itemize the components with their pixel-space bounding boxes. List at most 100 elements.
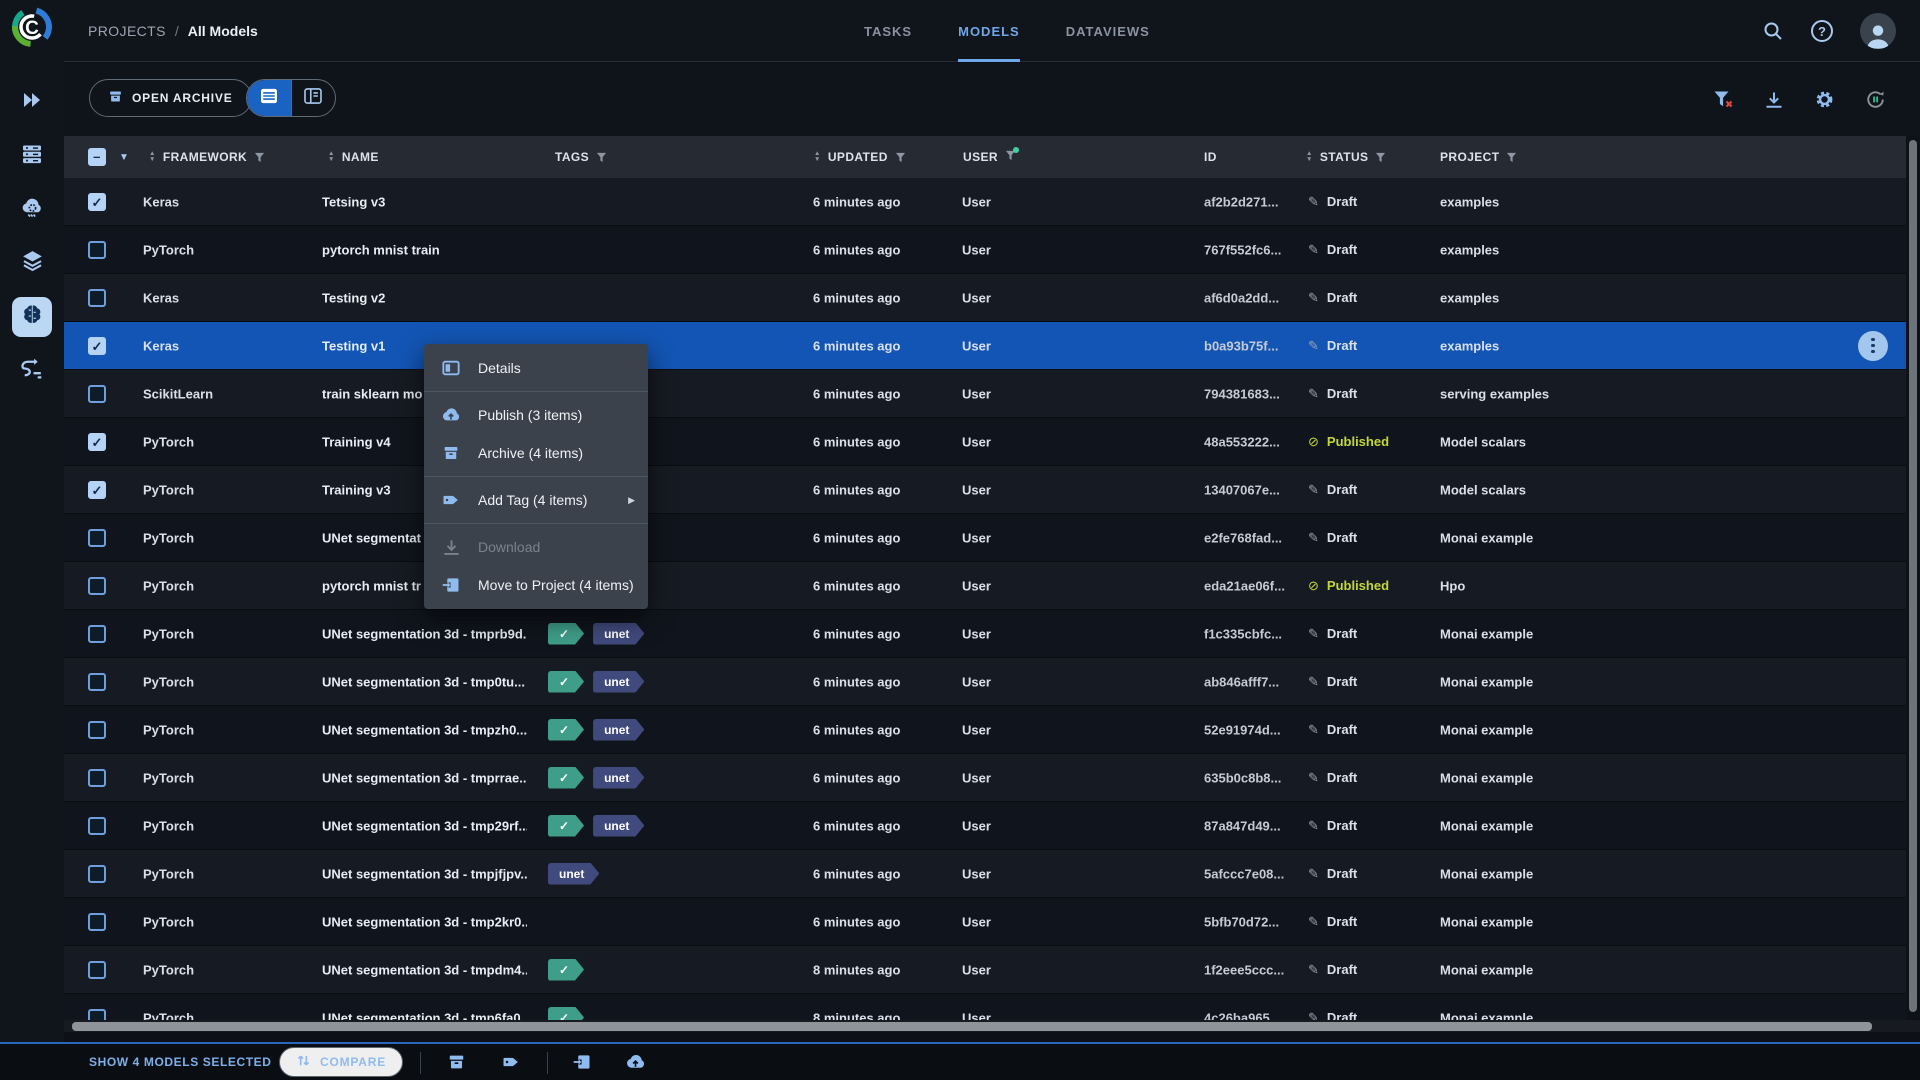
filter-funnel-icon[interactable]: [1005, 150, 1016, 161]
sidebar-item-projects[interactable]: [12, 82, 52, 122]
table-row[interactable]: PyTorch UNet segmentation 3d - tmpzh0... ✓…: [64, 706, 1906, 754]
sort-icon[interactable]: ▲ ▼: [1306, 150, 1313, 163]
table-settings-gear-icon[interactable]: [1814, 89, 1835, 110]
download-table-icon[interactable]: [1764, 90, 1784, 110]
auto-refresh-icon[interactable]: [1865, 89, 1886, 110]
table-row[interactable]: PyTorch UNet segmentation 3d - tmprrae...…: [64, 754, 1906, 802]
table-row[interactable]: PyTorch UNet segmentation 3d - tmp0tu... ✓…: [64, 658, 1906, 706]
table-row[interactable]: PyTorch pytorch mnist tr 6 minutes ago User…: [64, 562, 1906, 610]
row-checkbox[interactable]: [88, 912, 106, 931]
table-row[interactable]: PyTorch pytorch mnist train 6 minutes ago U…: [64, 226, 1906, 274]
search-icon[interactable]: [1762, 20, 1784, 42]
selection-dropdown-caret-icon[interactable]: ▼: [119, 152, 129, 163]
row-checkbox[interactable]: [88, 288, 106, 307]
row-checkbox[interactable]: [88, 1008, 106, 1020]
row-checkbox[interactable]: [88, 768, 106, 787]
horizontal-scrollbar-thumb[interactable]: [72, 1021, 1872, 1031]
cell-user: User: [962, 482, 991, 497]
table-row[interactable]: PyTorch UNet segmentation 3d - tmpdm4... ✓…: [64, 946, 1906, 994]
publish-selected-icon[interactable]: [625, 1052, 646, 1073]
tab-tasks[interactable]: TASKS: [864, 0, 912, 62]
sort-icon[interactable]: ▲ ▼: [814, 150, 821, 163]
column-header-tags[interactable]: TAGS: [555, 136, 607, 178]
table-row[interactable]: PyTorch UNet segmentation 3d - tmp29rf...…: [64, 802, 1906, 850]
menu-item-archive[interactable]: Archive (4 items): [424, 434, 648, 472]
filter-funnel-icon[interactable]: [1375, 152, 1386, 163]
table-row[interactable]: PyTorch UNet segmentat 6 minutes ago User e2…: [64, 514, 1906, 562]
filter-funnel-icon[interactable]: [1506, 152, 1517, 163]
filter-funnel-icon[interactable]: [254, 152, 265, 163]
row-menu-kebab-button[interactable]: [1858, 330, 1888, 361]
table-row[interactable]: ScikitLearn train sklearn mo 6 minutes ago…: [64, 370, 1906, 418]
cell-user: User: [962, 722, 991, 737]
breadcrumb-projects[interactable]: PROJECTS: [88, 23, 166, 39]
table-row[interactable]: Keras Testing v2 6 minutes ago User af6d0a2d…: [64, 274, 1906, 322]
menu-item-move[interactable]: Move to Project (4 items): [424, 566, 648, 604]
card-view-toggle[interactable]: [290, 80, 335, 116]
cell-id: 1f2eee5ccc...: [1204, 962, 1285, 977]
sidebar-item-workers[interactable]: [12, 136, 52, 176]
column-header-status[interactable]: ▲ ▼ STATUS: [1306, 136, 1386, 178]
row-checkbox[interactable]: [88, 864, 106, 883]
row-checkbox[interactable]: [88, 528, 106, 547]
table-row[interactable]: ✓ Keras Tetsing v3 6 minutes ago User af2b2d2…: [64, 178, 1906, 226]
row-checkbox[interactable]: [88, 240, 106, 259]
table-row[interactable]: ✓ PyTorch Training v4 6 minutes ago User 48a5…: [64, 418, 1906, 466]
row-checkbox[interactable]: [88, 960, 106, 979]
column-header-updated[interactable]: ▲ ▼ UPDATED: [814, 136, 906, 178]
cell-name: Tetsing v3: [322, 194, 386, 209]
table-row[interactable]: ✓ Keras Testing v1 6 minutes ago User b0a93b7…: [64, 322, 1906, 370]
tab-dataviews[interactable]: DATAVIEWS: [1066, 0, 1150, 62]
vertical-scrollbar-thumb[interactable]: [1909, 140, 1917, 1012]
menu-item-tag[interactable]: Add Tag (4 items) ▶: [424, 481, 648, 519]
clear-filters-icon[interactable]: [1713, 90, 1734, 109]
open-archive-button[interactable]: OPEN ARCHIVE: [89, 79, 252, 117]
sidebar-item-serving[interactable]: [12, 190, 52, 230]
breadcrumb-current[interactable]: All Models: [188, 23, 258, 39]
tag-icon: [441, 490, 461, 510]
filter-funnel-icon[interactable]: [895, 152, 906, 163]
tab-models[interactable]: MODELS: [958, 0, 1020, 62]
sidebar-item-pipelines[interactable]: [12, 351, 52, 391]
cell-status: ✎ Draft: [1308, 913, 1358, 930]
row-checkbox[interactable]: ✓: [88, 432, 106, 451]
draft-pencil-icon: ✎: [1308, 193, 1319, 209]
selection-count-label[interactable]: SHOW 4 MODELS SELECTED: [89, 1055, 272, 1069]
column-header-user[interactable]: USER: [963, 136, 1019, 178]
column-header-framework[interactable]: ▲ ▼ FRAMEWORK: [149, 136, 265, 178]
row-checkbox[interactable]: [88, 576, 106, 595]
row-checkbox[interactable]: ✓: [88, 192, 106, 211]
archive-selected-icon[interactable]: [447, 1053, 466, 1072]
cell-user: User: [962, 338, 991, 353]
column-header-project[interactable]: PROJECT: [1440, 136, 1517, 178]
filter-funnel-icon[interactable]: [596, 152, 607, 163]
table-row[interactable]: PyTorch UNet segmentation 3d - tmprb9d...…: [64, 610, 1906, 658]
select-all-checkbox[interactable]: –: [88, 148, 106, 166]
row-checkbox[interactable]: [88, 720, 106, 739]
clearml-logo[interactable]: C: [10, 5, 54, 49]
table-row[interactable]: PyTorch UNet segmentation 3d - tmp6fa0 ✓ 8 …: [64, 994, 1906, 1020]
row-checkbox[interactable]: ✓: [88, 480, 106, 499]
compare-button[interactable]: COMPARE: [279, 1047, 404, 1077]
sidebar-item-models[interactable]: [12, 297, 52, 337]
row-checkbox[interactable]: [88, 384, 106, 403]
menu-item-publish[interactable]: Publish (3 items): [424, 396, 648, 434]
row-checkbox[interactable]: [88, 672, 106, 691]
sort-icon[interactable]: ▲ ▼: [149, 150, 156, 163]
row-checkbox[interactable]: [88, 624, 106, 643]
table-row[interactable]: PyTorch UNet segmentation 3d - tmpjfjpv..…: [64, 850, 1906, 898]
row-checkbox[interactable]: ✓: [88, 336, 106, 355]
table-row[interactable]: PyTorch UNet segmentation 3d - tmp2kr0...…: [64, 898, 1906, 946]
help-icon[interactable]: ?: [1811, 20, 1833, 42]
move-to-project-selected-icon[interactable]: [572, 1052, 592, 1072]
menu-item-details[interactable]: Details: [424, 349, 648, 387]
sort-icon[interactable]: ▲ ▼: [328, 150, 335, 163]
row-checkbox[interactable]: [88, 816, 106, 835]
column-header-name[interactable]: ▲ ▼ NAME: [328, 136, 379, 178]
table-view-toggle[interactable]: [247, 80, 291, 116]
user-avatar[interactable]: [1860, 13, 1896, 49]
sidebar-item-datasets[interactable]: [12, 243, 52, 283]
column-header-id[interactable]: ID: [1204, 136, 1217, 178]
add-tag-selected-icon[interactable]: [501, 1052, 521, 1072]
table-row[interactable]: ✓ PyTorch Training v3 6 minutes ago User 1340…: [64, 466, 1906, 514]
